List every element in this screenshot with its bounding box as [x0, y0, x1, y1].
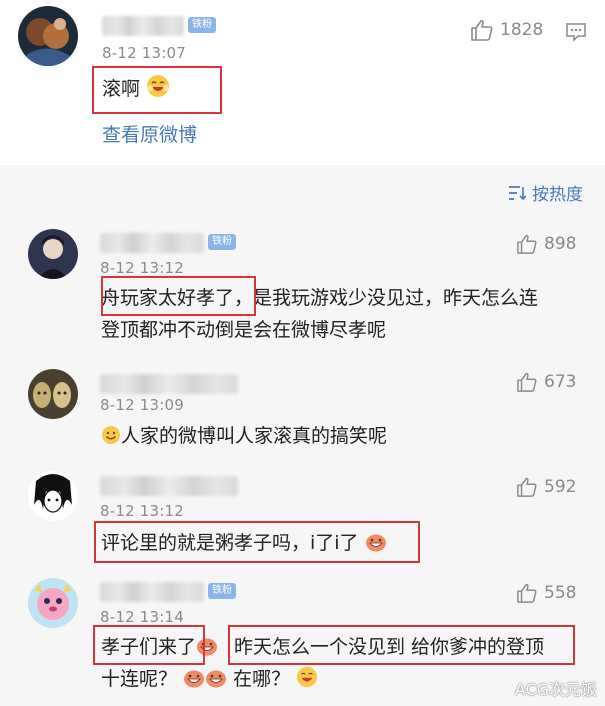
reply-text-line: 登顶都冲不动倒是会在微博尽孝呢: [101, 319, 387, 341]
fan-badge: 铁粉: [208, 234, 236, 250]
thumbs-up-icon: [517, 477, 537, 497]
watermark: ACG次元饭: [514, 680, 597, 699]
username[interactable]: [100, 476, 238, 496]
laughing-face-icon: [297, 666, 318, 688]
reply-text-line: 十连呢？ 在哪？: [101, 664, 318, 694]
like-count: 1828: [500, 20, 544, 40]
like-button[interactable]: 898: [516, 234, 576, 254]
reply-text-content: 人家的微博叫人家滚真的搞笑呢: [121, 425, 388, 447]
smiley-face-icon: [102, 426, 120, 444]
avatar[interactable]: [28, 471, 78, 521]
avatar[interactable]: [28, 369, 78, 419]
avatar[interactable]: [28, 578, 78, 628]
highlight-box: [93, 625, 205, 665]
comment-icon[interactable]: [565, 22, 587, 46]
reply-text-content: 十连呢？: [101, 668, 178, 690]
avatar[interactable]: [28, 229, 78, 279]
like-count: 898: [544, 234, 577, 254]
like-button[interactable]: 558: [516, 583, 576, 603]
thumbs-up-icon: [517, 583, 537, 603]
like-button[interactable]: 673: [516, 372, 576, 392]
reply-text-content: 在哪？: [233, 668, 291, 690]
sort-label: 按热度: [532, 185, 583, 205]
username[interactable]: [100, 374, 238, 394]
username[interactable]: [100, 233, 204, 253]
avatar[interactable]: [18, 6, 78, 66]
like-count: 558: [544, 583, 577, 603]
highlight-box: [101, 276, 256, 316]
highlight-box: [94, 521, 420, 563]
sort-button[interactable]: 按热度: [508, 180, 583, 205]
thumbs-up-icon: [517, 372, 537, 392]
like-count: 592: [544, 477, 577, 497]
grinning-face-icon: [184, 670, 205, 688]
main-comment: 铁粉 8-12 13:07 1828 滚啊 查看原微博: [0, 0, 605, 165]
fan-badge: 铁粉: [188, 17, 216, 33]
thumbs-up-icon: [517, 234, 537, 254]
thumbs-up-icon: [471, 19, 493, 41]
like-button[interactable]: 1828: [470, 19, 543, 41]
grinning-face-icon: [206, 670, 227, 688]
reply-time: 8-12 13:12: [100, 259, 185, 277]
username[interactable]: [102, 16, 184, 36]
reply-time: 8-12 13:14: [100, 608, 185, 626]
fan-badge: 铁粉: [208, 583, 236, 599]
reply-text: 人家的微博叫人家滚真的搞笑呢: [101, 421, 387, 451]
reply-time: 8-12 13:12: [100, 502, 185, 520]
username[interactable]: [100, 582, 204, 602]
comment-time: 8-12 13:07: [102, 44, 187, 62]
highlight-box: [92, 66, 222, 114]
sort-icon: [509, 185, 526, 200]
like-count: 673: [544, 372, 577, 392]
view-original-link[interactable]: 查看原微博: [102, 120, 197, 147]
reply-time: 8-12 13:09: [100, 396, 185, 414]
like-button[interactable]: 592: [516, 477, 576, 497]
highlight-box: [228, 625, 575, 665]
